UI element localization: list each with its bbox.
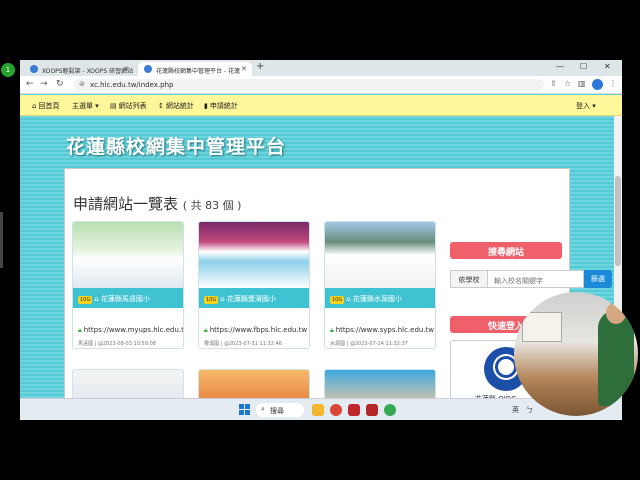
taskbar-search[interactable]: ⌕ 搜尋 <box>256 403 304 417</box>
app-icon[interactable] <box>348 404 360 416</box>
card-meta: 水源國 | @2023-07-24 11:32:37 <box>330 341 408 347</box>
menu-site-list[interactable]: ▤ 網站列表 <box>110 101 147 111</box>
site-thumbnail[interactable] <box>73 222 183 288</box>
filter-button[interactable]: 篩選 <box>584 270 612 288</box>
home-icon: ⌂ <box>220 295 227 303</box>
more-menu-icon[interactable]: ⋮ <box>609 79 617 88</box>
quota-badge: 10G <box>330 296 345 304</box>
menu-site-stats[interactable]: ↕ 網站統計 <box>158 101 194 111</box>
webcam-overlay <box>514 292 638 416</box>
home-icon: ⌂ <box>32 102 37 110</box>
input-method[interactable]: ㄅ <box>526 405 533 415</box>
card-url[interactable]: 🔒︎ https://www.myups.hlc.edu.t <box>78 326 183 335</box>
app-icon[interactable] <box>366 404 378 416</box>
list-title: 申請網站一覽表 ( 共 83 個 ) <box>73 195 242 213</box>
chart-icon: ↕ <box>158 102 164 110</box>
address-toolbar: ← → ↻ ⊜ xc.hlc.edu.tw/index.php ⇪ ☆ ▥ ⋮ <box>20 76 622 94</box>
webcam-background <box>522 312 562 342</box>
screen-edge-strip <box>0 212 3 268</box>
menu-main[interactable]: 主選單 ▾ <box>72 101 99 111</box>
search-form: 依學校 篩選 <box>450 270 612 288</box>
chrome-icon[interactable] <box>384 404 396 416</box>
card-url[interactable]: 🔒︎ https://www.syps.hlc.edu.tw <box>330 326 434 335</box>
lock-icon: 🔒︎ <box>78 326 82 334</box>
site-card[interactable]: 10G ⌂ 花蓮縣豐濱國小 🔒︎ https://www.fbps.hlc.edu.… <box>198 221 310 349</box>
search-mode-label[interactable]: 依學校 <box>450 270 488 288</box>
input-language[interactable]: 英 <box>512 405 519 415</box>
card-title-bar[interactable]: 10G ⌂ 花蓮縣豐濱國小 <box>199 288 309 308</box>
search-icon: ⌕ <box>261 405 265 413</box>
tab-title: XOOPS輕鬆架 - XOOPS 研習網站 <box>42 68 134 75</box>
site-thumbnail[interactable] <box>199 222 309 288</box>
site-info-icon[interactable]: ⊜ <box>79 80 85 88</box>
site-title: 花蓮縣校網集中管理平台 <box>66 136 287 158</box>
recording-badge: 1 <box>1 63 15 77</box>
presenter-head <box>606 302 626 324</box>
home-icon: ⌂ <box>94 295 101 303</box>
tab-title: 花蓮縣校網集中管理平台 - 花蓮 <box>156 68 240 75</box>
tab-strip: XOOPS輕鬆架 - XOOPS 研習網站 ✕ 花蓮縣校網集中管理平台 - 花蓮… <box>20 60 622 76</box>
scrollbar-thumb[interactable] <box>615 176 621 266</box>
url-text: xc.hlc.edu.tw/index.php <box>90 81 174 89</box>
close-tab-icon[interactable]: ✕ <box>123 65 129 73</box>
card-title-bar[interactable]: 10G ⌂ 花蓮縣水源國小 <box>325 288 435 308</box>
site-card[interactable]: 10G ⌂ 花蓮縣水源國小 🔒︎ https://www.syps.hlc.edu.… <box>324 221 436 349</box>
favicon-icon <box>30 65 38 73</box>
site-thumbnail[interactable] <box>325 222 435 288</box>
minimize-button[interactable]: — <box>556 62 564 71</box>
close-tab-icon[interactable]: ✕ <box>241 65 247 73</box>
site-count: ( 共 83 個 ) <box>182 199 242 212</box>
file-explorer-icon[interactable] <box>312 404 324 416</box>
menu-home[interactable]: ⌂ 回首頁 <box>32 101 59 111</box>
address-bar[interactable]: ⊜ xc.hlc.edu.tw/index.php <box>74 79 544 91</box>
lock-icon: 🔒︎ <box>204 326 208 334</box>
card-meta: 馬遠國 | @2023-08-03 10:59:08 <box>78 341 156 347</box>
presenter-figure <box>598 310 634 406</box>
quota-badge: 10G <box>78 296 93 304</box>
site-menu-bar: ⌂ 回首頁 主選單 ▾ ▤ 網站列表 ↕ 網站統計 ▮ 申請統計 登入 ▾ <box>20 95 622 116</box>
card-url[interactable]: 🔒︎ https://www.fbps.hlc.edu.tw <box>204 326 307 335</box>
search-section-header: 搜尋網站 <box>450 242 562 259</box>
home-icon: ⌂ <box>346 295 353 303</box>
tab-xoops[interactable]: XOOPS輕鬆架 - XOOPS 研習網站 ✕ <box>24 62 134 76</box>
site-card[interactable]: 10G ⌂ 花蓮縣馬遠國小 🔒︎ https://www.myups.hlc.edu… <box>72 221 184 349</box>
bookmark-star-icon[interactable]: ☆ <box>564 79 571 88</box>
back-icon[interactable]: ← <box>26 79 34 89</box>
avatar[interactable] <box>592 79 603 90</box>
forward-icon[interactable]: → <box>40 79 48 89</box>
share-icon[interactable]: ⇪ <box>550 79 557 88</box>
chrome-icon[interactable] <box>330 404 342 416</box>
close-window-button[interactable]: ✕ <box>604 62 611 71</box>
new-tab-button[interactable]: + <box>256 61 264 72</box>
sidepanel-icon[interactable]: ▥ <box>578 79 586 88</box>
chevron-down-icon: ▾ <box>590 102 596 110</box>
card-meta: 豐濱國 | @2023-07-31 11:32:46 <box>204 341 282 347</box>
favicon-icon <box>144 65 152 73</box>
card-title-bar[interactable]: 10G ⌂ 花蓮縣馬遠國小 <box>73 288 183 308</box>
tab-platform[interactable]: 花蓮縣校網集中管理平台 - 花蓮 ✕ <box>138 62 252 76</box>
list-icon: ▤ <box>110 102 117 110</box>
school-search-input[interactable] <box>488 270 584 288</box>
lock-icon: 🔒︎ <box>330 326 334 334</box>
quota-badge: 10G <box>204 296 219 304</box>
start-button[interactable] <box>239 404 251 416</box>
reload-icon[interactable]: ↻ <box>56 79 64 89</box>
menu-apply-stats[interactable]: ▮ 申請統計 <box>204 101 238 111</box>
bar-chart-icon: ▮ <box>204 102 208 110</box>
windows-taskbar: ⌕ 搜尋 英 ㄅ <box>20 398 622 420</box>
maximize-button[interactable]: ☐ <box>580 62 587 71</box>
login-menu[interactable]: 登入 ▾ <box>576 101 596 111</box>
chevron-down-icon: ▾ <box>93 102 99 110</box>
